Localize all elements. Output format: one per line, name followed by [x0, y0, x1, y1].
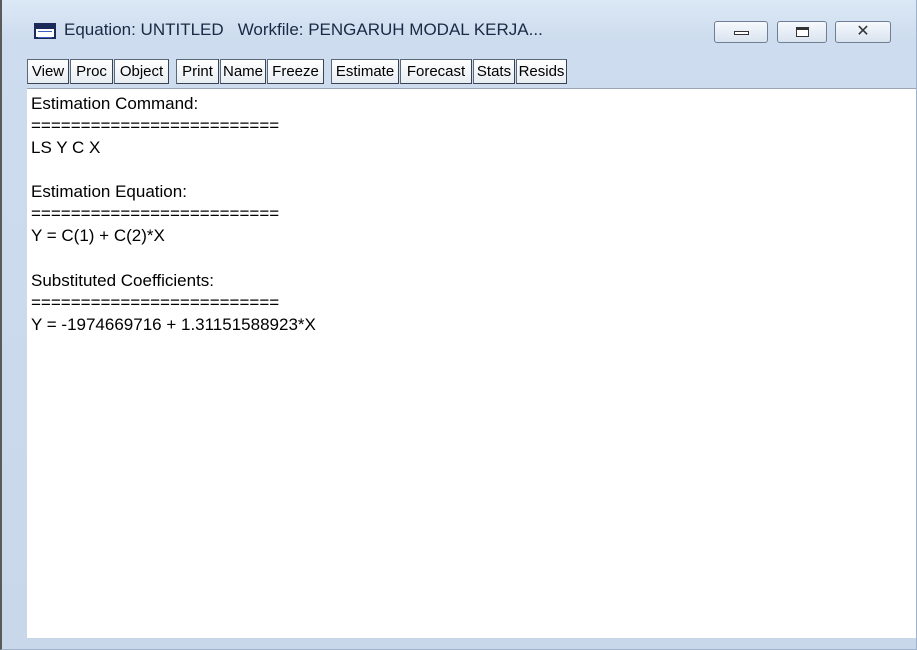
separator-line: =========================	[31, 116, 280, 135]
equation-window-icon[interactable]	[34, 23, 56, 39]
name-button[interactable]: Name	[220, 59, 266, 84]
title-equation: Equation: UNTITLED	[64, 20, 224, 39]
resids-button[interactable]: Resids	[516, 59, 567, 84]
object-button[interactable]: Object	[114, 59, 169, 84]
estimation-output-panel[interactable]: Estimation Command: ====================…	[27, 88, 916, 638]
estimation-equation: Y = C(1) + C(2)*X	[31, 226, 165, 245]
close-button[interactable]: ✕	[835, 21, 891, 43]
minimize-icon	[734, 31, 749, 35]
estimation-equation-heading: Estimation Equation:	[31, 182, 187, 201]
window-title: Equation: UNTITLED Workfile: PENGARUH MOD…	[64, 20, 543, 40]
estimation-command-heading: Estimation Command:	[31, 94, 199, 113]
separator-line: =========================	[31, 293, 280, 312]
forecast-button[interactable]: Forecast	[400, 59, 472, 84]
substituted-equation: Y = -1974669716 + 1.31151588923*X	[31, 315, 316, 334]
freeze-button[interactable]: Freeze	[267, 59, 324, 84]
title-bar[interactable]: Equation: UNTITLED Workfile: PENGARUH MOD…	[2, 0, 916, 56]
estimation-command: LS Y C X	[31, 138, 101, 157]
equation-window: Equation: UNTITLED Workfile: PENGARUH MOD…	[0, 0, 917, 650]
maximize-icon	[796, 27, 809, 37]
equation-toolbar: View Proc Object Print Name Freeze Estim…	[27, 59, 917, 85]
maximize-button[interactable]	[777, 21, 827, 43]
substituted-coefficients-heading: Substituted Coefficients:	[31, 271, 215, 290]
stats-button[interactable]: Stats	[473, 59, 515, 84]
estimate-button[interactable]: Estimate	[331, 59, 399, 84]
title-workfile: Workfile: PENGARUH MODAL KERJA...	[237, 20, 543, 39]
close-icon: ✕	[856, 21, 870, 40]
view-button[interactable]: View	[27, 59, 69, 84]
separator-line: =========================	[31, 204, 280, 223]
proc-button[interactable]: Proc	[70, 59, 113, 84]
minimize-button[interactable]	[714, 21, 768, 43]
print-button[interactable]: Print	[176, 59, 219, 84]
